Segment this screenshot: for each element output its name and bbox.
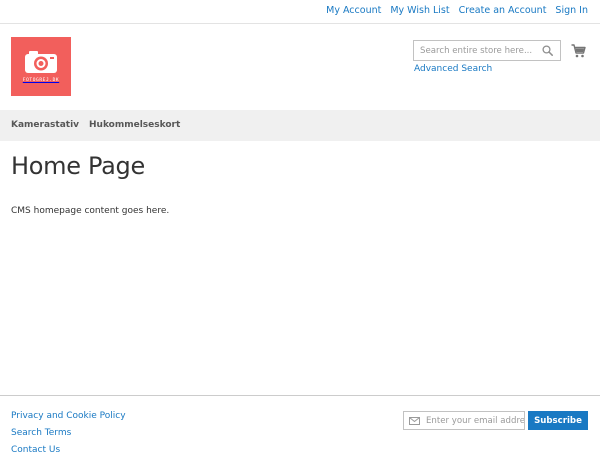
footer-link-privacy[interactable]: Privacy and Cookie Policy bbox=[11, 411, 126, 421]
footer: Privacy and Cookie Policy Search Terms C… bbox=[0, 395, 600, 455]
advanced-search-link[interactable]: Advanced Search bbox=[414, 64, 492, 74]
footer-link-search-terms[interactable]: Search Terms bbox=[11, 428, 71, 438]
nav-item-kamerastativ[interactable]: Kamerastativ bbox=[11, 120, 79, 130]
search-input[interactable] bbox=[414, 41, 534, 60]
my-account-link[interactable]: My Account bbox=[326, 5, 381, 16]
main-navigation: Kamerastativ Hukommelseskort bbox=[0, 110, 600, 141]
store-logo[interactable]: FOTOGREJ.DK bbox=[11, 37, 71, 96]
sign-in-link[interactable]: Sign In bbox=[555, 5, 588, 16]
nav-item-hukommelseskort[interactable]: Hukommelseskort bbox=[89, 120, 180, 130]
cart-icon[interactable] bbox=[571, 44, 586, 58]
newsletter-email-input[interactable] bbox=[424, 412, 524, 429]
footer-link-contact-us[interactable]: Contact Us bbox=[11, 445, 60, 455]
cms-content: CMS homepage content goes here. bbox=[11, 206, 170, 216]
create-account-link[interactable]: Create an Account bbox=[459, 5, 547, 16]
top-bar: My Account My Wish List Create an Accoun… bbox=[0, 0, 600, 24]
top-links: My Account My Wish List Create an Accoun… bbox=[317, 5, 588, 16]
my-wish-list-link[interactable]: My Wish List bbox=[390, 5, 449, 16]
newsletter-box bbox=[403, 411, 525, 430]
envelope-icon bbox=[409, 417, 420, 425]
subscribe-button[interactable]: Subscribe bbox=[528, 411, 588, 430]
search-icon[interactable] bbox=[542, 45, 553, 56]
header: FOTOGREJ.DK Advanced Search bbox=[0, 24, 600, 110]
search-box bbox=[413, 40, 561, 61]
page-title: Home Page bbox=[11, 152, 145, 180]
camera-icon bbox=[25, 51, 57, 73]
logo-text: FOTOGREJ.DK bbox=[22, 78, 60, 83]
